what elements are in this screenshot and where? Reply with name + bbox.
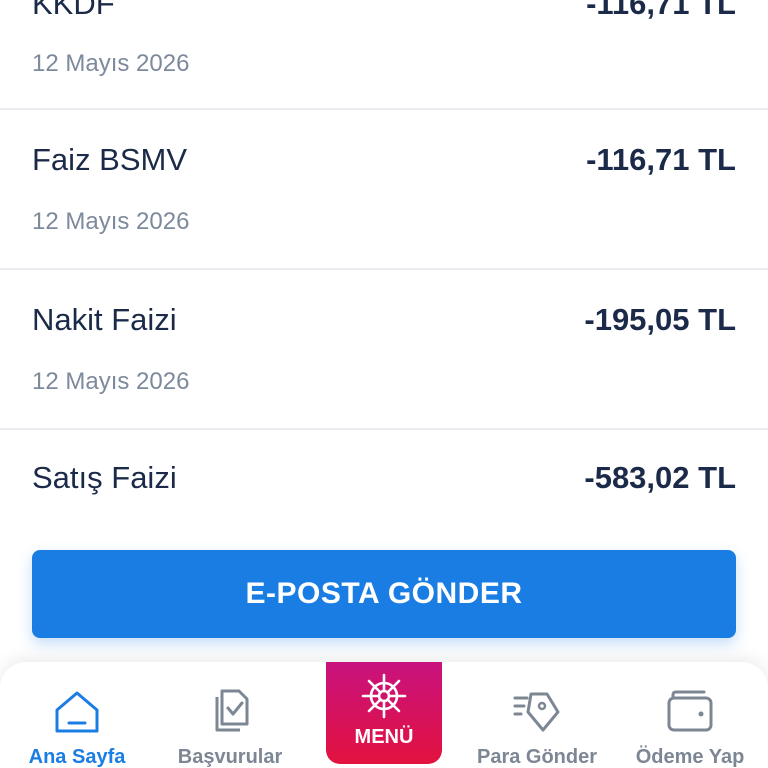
transaction-date: 12 Mayıs 2026 xyxy=(32,368,190,395)
transaction-amount: -116,71 TL xyxy=(586,0,736,21)
transaction-amount: -583,02 TL xyxy=(584,460,736,495)
wallet-icon xyxy=(667,690,713,732)
send-money-tag-icon xyxy=(513,692,560,732)
nav-label-applications: Başvurular xyxy=(177,746,283,768)
home-icon xyxy=(55,691,99,733)
transaction-detail-screen: KKDF -116,71 TL 12 Mayıs 2026 Faiz BSMV … xyxy=(0,0,768,768)
transaction-date: 12 Mayıs 2026 xyxy=(32,208,190,235)
send-email-button[interactable]: E-POSTA GÖNDER xyxy=(32,550,736,638)
transaction-title: Faiz BSMV xyxy=(32,142,188,177)
transaction-row[interactable]: Satış Faizi -583,02 TL xyxy=(0,430,768,530)
nav-label-pay: Ödeme Yap xyxy=(635,746,745,768)
document-check-icon xyxy=(215,689,249,732)
nav-item-send-money[interactable]: Para Gönder xyxy=(462,662,612,768)
send-email-button-label: E-POSTA GÖNDER xyxy=(245,577,523,610)
transaction-amount: -116,71 TL xyxy=(586,142,736,177)
menu-button[interactable]: MENÜ xyxy=(326,662,442,764)
transaction-title: Nakit Faizi xyxy=(32,302,177,337)
transaction-date: 12 Mayıs 2026 xyxy=(32,50,190,77)
transaction-row[interactable]: Nakit Faizi -195,05 TL 12 Mayıs 2026 xyxy=(0,270,768,430)
nav-item-applications[interactable]: Başvurular xyxy=(154,662,306,768)
transaction-row[interactable]: KKDF -116,71 TL 12 Mayıs 2026 xyxy=(0,0,768,110)
nav-item-pay[interactable]: Ödeme Yap xyxy=(612,662,768,768)
transaction-title: KKDF xyxy=(32,0,115,21)
transaction-amount: -195,05 TL xyxy=(584,302,736,337)
transaction-row[interactable]: Faiz BSMV -116,71 TL 12 Mayıs 2026 xyxy=(0,110,768,270)
nav-label-home: Ana Sayfa xyxy=(28,746,126,768)
transaction-title: Satış Faizi xyxy=(32,460,177,495)
menu-button-label: MENÜ xyxy=(354,726,414,748)
nav-item-home[interactable]: Ana Sayfa xyxy=(0,662,154,768)
nav-label-send-money: Para Gönder xyxy=(476,746,598,768)
ship-wheel-icon xyxy=(361,673,407,719)
